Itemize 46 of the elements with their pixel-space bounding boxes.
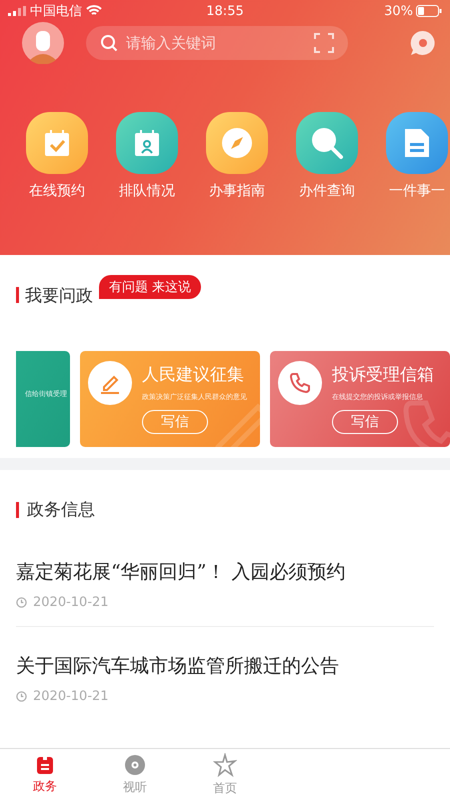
card-title: 投诉受理信箱 [332, 364, 434, 386]
document-icon [35, 754, 55, 774]
write-letter-button[interactable]: 写信 [332, 410, 398, 434]
search-icon [100, 34, 118, 52]
battery-percent: 30% [384, 4, 414, 18]
calendar-check-icon [42, 128, 72, 158]
service-label: 办件查询 [299, 182, 355, 200]
clock-icon [16, 691, 27, 702]
service-label: 排队情况 [119, 182, 175, 200]
tab[interactable]: 视听 [90, 749, 180, 800]
news-title[interactable]: 嘉定菊花展“华丽回归”！ 入园必须预约 [16, 559, 434, 585]
disc-icon [124, 754, 146, 776]
clock-icon [16, 597, 27, 608]
news-date: 2020-10-21 [33, 595, 109, 610]
section-title: 我要问政 [25, 285, 93, 308]
news-date: 2020-10-21 [33, 689, 109, 704]
message-icon[interactable] [410, 30, 436, 56]
carrier-name: 中国电信 [30, 4, 82, 19]
service-label: 一件事一 [389, 182, 445, 200]
avatar-icon [22, 22, 64, 64]
phone-icon [288, 371, 312, 395]
service-label: 办事指南 [209, 182, 265, 200]
star-figure-icon [213, 752, 237, 776]
service-label: 在线预约 [29, 182, 85, 200]
service-button[interactable] [296, 112, 358, 174]
signal-icon [8, 6, 26, 16]
service-button[interactable] [116, 112, 178, 174]
service-button[interactable] [386, 112, 448, 174]
write-letter-button[interactable]: 写信 [142, 410, 208, 434]
document-icon [403, 127, 431, 159]
service-button[interactable] [26, 112, 88, 174]
badge: 有问题 来这说 [99, 275, 202, 299]
magnifier-icon [310, 126, 344, 160]
wifi-icon [86, 5, 102, 17]
battery-icon [416, 5, 442, 17]
service-button[interactable] [206, 112, 268, 174]
clock-time: 18:55 [206, 4, 244, 18]
search-field[interactable]: 请输入关键词 [86, 26, 348, 60]
tab[interactable]: 政务 [0, 749, 90, 800]
card-title: 人民建议征集 [142, 364, 244, 386]
news-title[interactable]: 关于国际汽车城市场监管所搬迁的公告 [16, 653, 434, 679]
calendar-person-icon [132, 128, 162, 158]
tab[interactable]: 首页 [180, 749, 270, 800]
section-title: 政务信息 [27, 499, 95, 521]
scan-icon[interactable] [314, 33, 334, 53]
compass-icon [221, 127, 253, 159]
